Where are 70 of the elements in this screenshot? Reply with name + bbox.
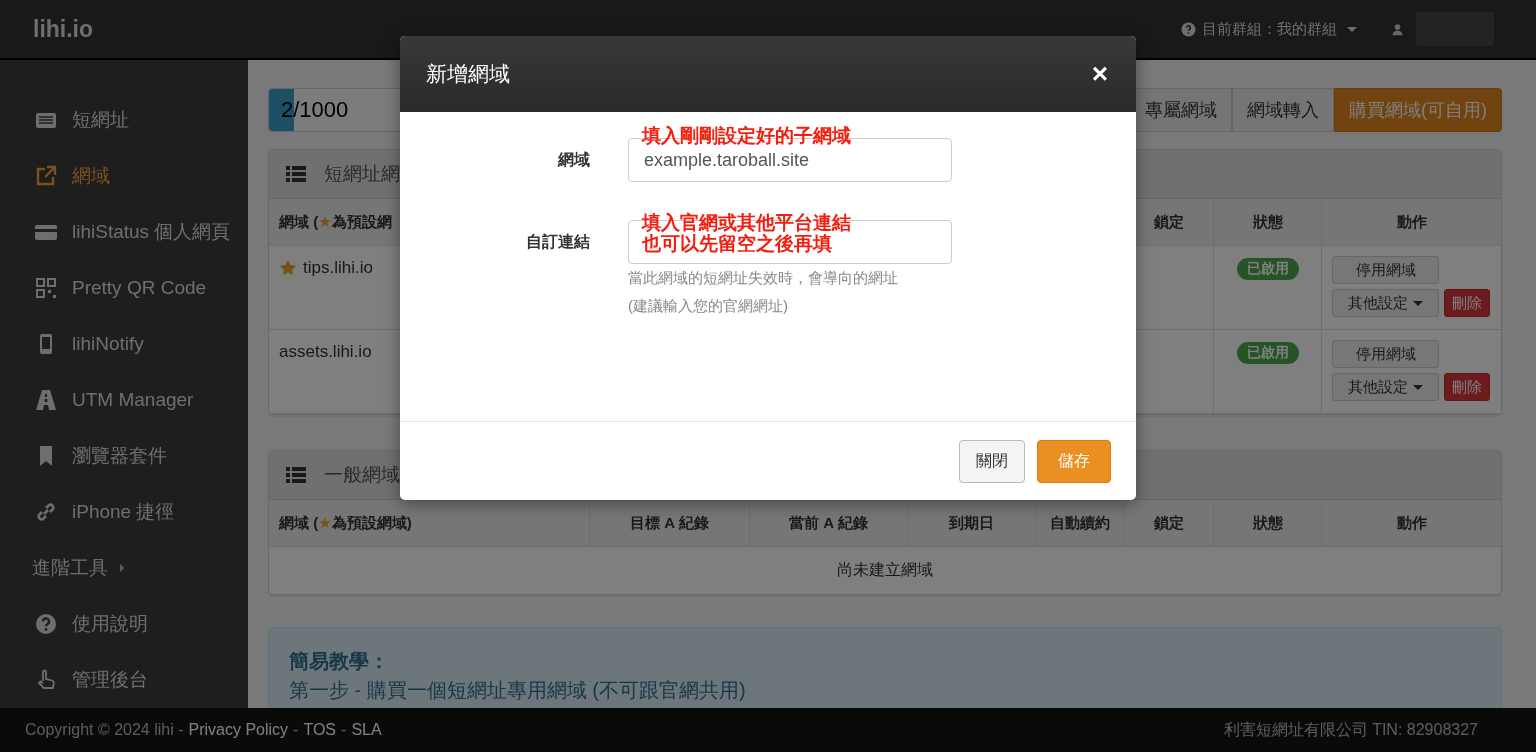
logo[interactable]: lihi.io <box>33 15 94 43</box>
delete-button[interactable]: 刪除 <box>1444 289 1490 317</box>
help-icon <box>1181 21 1196 37</box>
panel-title: 一般網域 <box>324 463 400 487</box>
qr-code-icon <box>34 276 58 300</box>
caret-icon <box>120 564 124 572</box>
sidebar-item[interactable]: 短網址 <box>0 92 248 148</box>
sidebar-item[interactable]: 瀏覽器套件 <box>0 428 248 484</box>
column-header: 自動續約 <box>1049 513 1110 533</box>
help-text: 當此網域的短網址失效時，會導向的網址 <box>628 268 899 288</box>
column-header: 動作 <box>1396 513 1427 533</box>
sidebar-item[interactable]: iPhone 捷徑 <box>0 484 248 540</box>
column-header: 網域 (★為預設網 <box>279 212 392 232</box>
company-info: 利害短網址有限公司 TIN: 82908327 <box>1223 719 1478 740</box>
close-dialog-button[interactable]: 關閉 <box>959 439 1025 483</box>
tutorial-step: 第一步 - 購買一個短網址專用網域 (不可跟官網共用) <box>289 677 1481 704</box>
external-link-icon <box>34 164 58 188</box>
column-header: 到期日 <box>949 513 994 533</box>
link-icon <box>34 500 58 524</box>
annotation-text: 填入官網或其他平台連結 <box>642 212 851 233</box>
panel-title: 短網址網 <box>324 162 400 186</box>
column-header: 動作 <box>1396 212 1427 232</box>
sidebar-item[interactable]: 網域 <box>0 148 248 204</box>
sidebar-item[interactable]: 進階工具 <box>0 540 248 596</box>
disable-button[interactable]: 停用網域 <box>1332 340 1439 368</box>
sidebar-item[interactable]: UTM Manager <box>0 372 248 428</box>
column-header: 鎖定 <box>1153 513 1184 533</box>
help-text: (建議輸入您的官網網址) <box>628 296 789 316</box>
empty-message: 尚未建立網域 <box>837 560 933 580</box>
action-button[interactable]: 購買網域(可自用) <box>1334 88 1502 132</box>
action-button[interactable]: 網域轉入 <box>1232 88 1334 132</box>
field-label: 自訂連結 <box>525 232 591 252</box>
save-button[interactable]: 儲存 <box>1037 439 1111 483</box>
column-header: 網域 (★為預設網域) <box>279 513 412 533</box>
list-icon <box>286 467 306 483</box>
group-selector[interactable]: 目前群組：我的群組 <box>1202 19 1337 39</box>
tutorial-title: 簡易教學： <box>289 649 390 674</box>
road-icon <box>34 388 58 412</box>
sidebar-item[interactable]: lihiNotify <box>0 316 248 372</box>
column-header: 當前 A 紀錄 <box>789 513 868 533</box>
user-icon[interactable] <box>1391 22 1404 36</box>
status-badge: 已啟用 <box>1236 342 1299 364</box>
column-header: 目標 A 紀錄 <box>630 513 709 533</box>
annotation-text: 也可以先留空之後再填 <box>642 233 833 254</box>
close-button[interactable]: × <box>1089 60 1110 88</box>
footer-text: Copyright © 2024 lihi - <box>25 721 184 739</box>
settings-dropdown[interactable]: 其他設定 <box>1332 373 1439 401</box>
footer-text: - <box>341 721 347 739</box>
settings-dropdown[interactable]: 其他設定 <box>1332 289 1439 317</box>
disable-button[interactable]: 停用網域 <box>1332 256 1439 284</box>
field-label: 網域 <box>556 150 591 170</box>
sidebar-item[interactable]: 管理後台 <box>0 652 248 708</box>
modal-title: 新增網域 <box>426 61 510 87</box>
list-icon <box>286 166 306 182</box>
footer-link[interactable]: SLA <box>351 721 382 739</box>
sidebar-item[interactable]: Pretty QR Code <box>0 260 248 316</box>
footer-link[interactable]: Privacy Policy <box>188 721 289 739</box>
sidebar-item[interactable]: 使用說明 <box>0 596 248 652</box>
domain-name: assets.lihi.io <box>279 342 372 362</box>
caret-icon <box>1347 26 1357 32</box>
help-icon <box>34 612 58 636</box>
column-header: 鎖定 <box>1153 212 1184 232</box>
sidebar-item[interactable]: lihiStatus 個人網頁 <box>0 204 248 260</box>
column-header: 狀態 <box>1252 212 1283 232</box>
column-header: 狀態 <box>1252 513 1283 533</box>
domain-name: tips.lihi.io <box>303 258 373 278</box>
footer-text: - <box>293 721 299 739</box>
footer-link[interactable]: TOS <box>303 721 337 739</box>
status-badge: 已啟用 <box>1236 258 1299 280</box>
delete-button[interactable]: 刪除 <box>1444 373 1490 401</box>
